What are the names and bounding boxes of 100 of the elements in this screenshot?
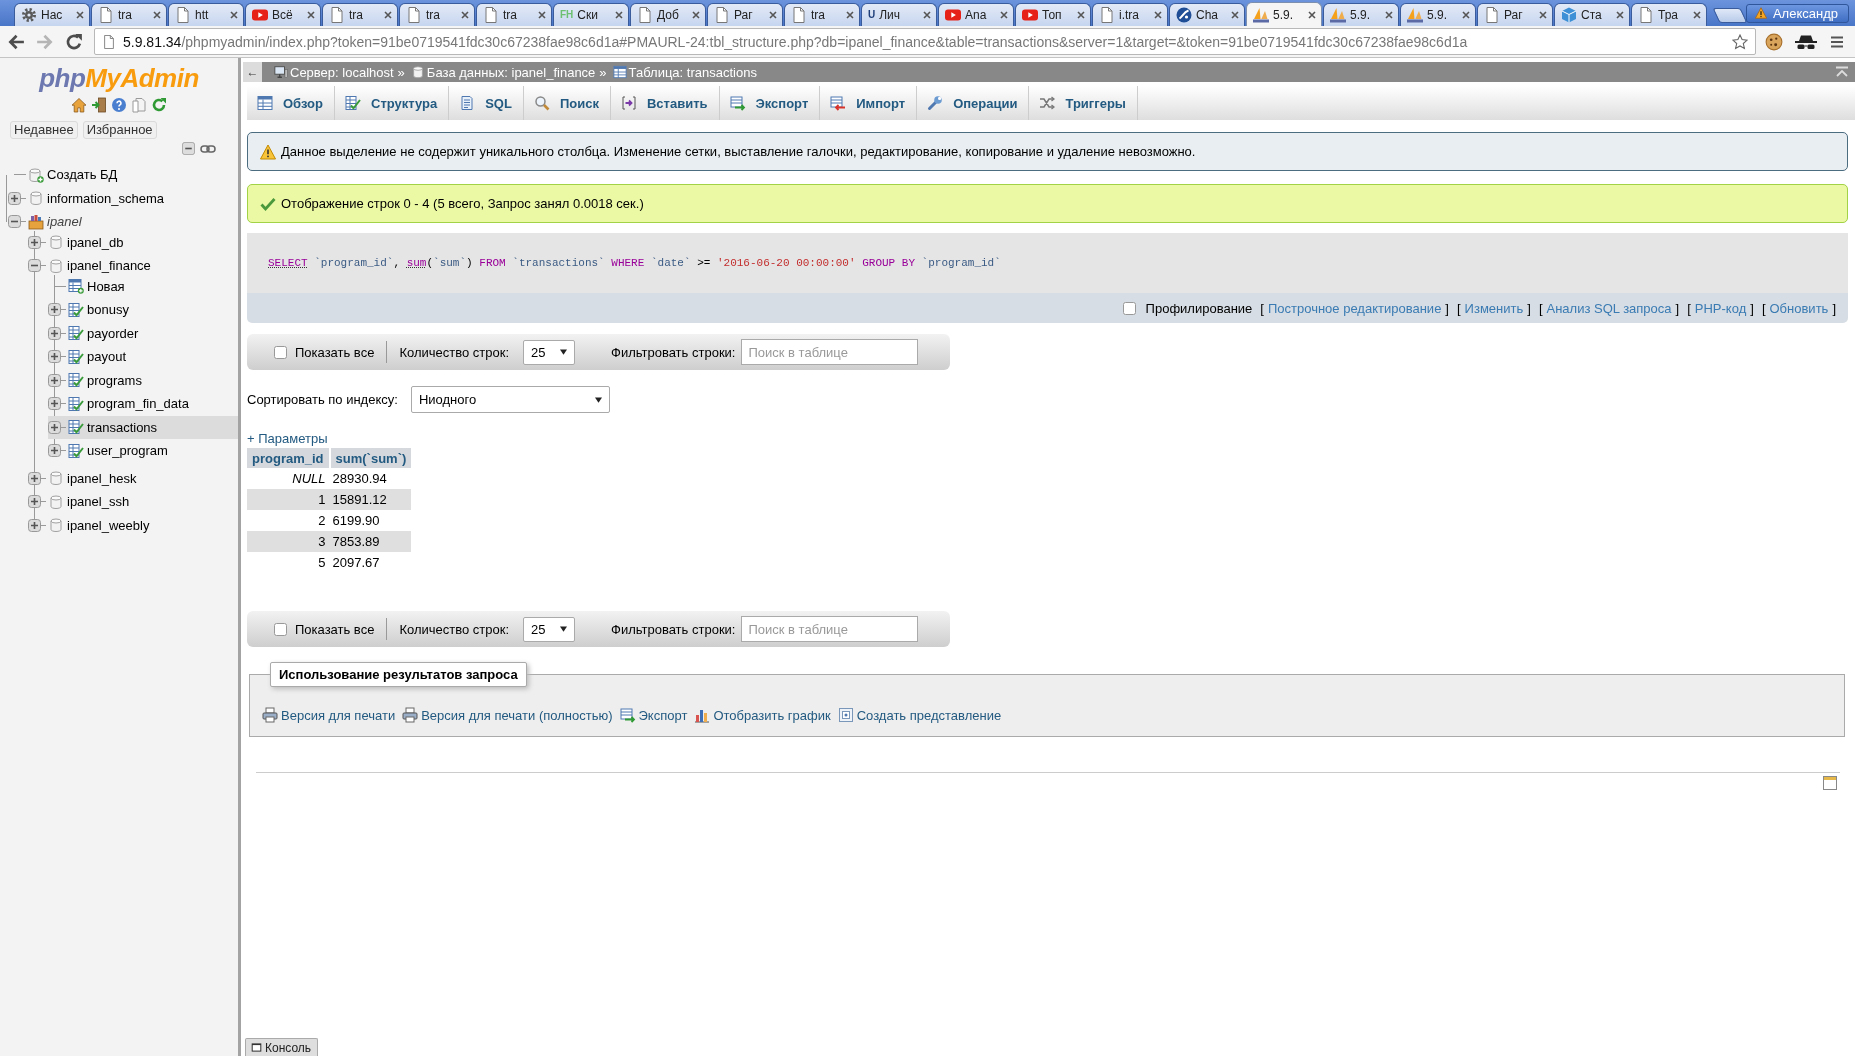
new-tab-button[interactable] bbox=[1712, 8, 1748, 23]
menu-tab[interactable]: Вставить bbox=[610, 86, 720, 120]
close-icon[interactable] bbox=[153, 11, 161, 19]
browser-tab[interactable]: Ста bbox=[1554, 3, 1630, 26]
expand-icon[interactable] bbox=[8, 191, 21, 205]
browser-tab[interactable]: Тра bbox=[1631, 3, 1707, 26]
close-icon[interactable] bbox=[384, 11, 392, 19]
expand-icon[interactable] bbox=[28, 235, 41, 249]
close-icon[interactable] bbox=[769, 11, 777, 19]
close-icon[interactable] bbox=[1385, 11, 1393, 19]
checkbox[interactable] bbox=[1122, 301, 1136, 315]
door-icon[interactable] bbox=[91, 97, 107, 113]
expand-icon[interactable] bbox=[48, 373, 61, 387]
breadcrumb-link[interactable]: Таблица: transactions bbox=[628, 64, 757, 80]
close-icon[interactable] bbox=[1308, 10, 1316, 19]
checkbox[interactable] bbox=[274, 345, 287, 359]
panel-icon[interactable] bbox=[1822, 775, 1838, 791]
breadcrumb-link[interactable]: Сервер: localhost bbox=[290, 64, 394, 80]
app-logo[interactable]: phpMyAdmin bbox=[39, 63, 199, 93]
close-icon[interactable] bbox=[1231, 11, 1239, 19]
close-icon[interactable] bbox=[1000, 11, 1008, 19]
cookie-icon[interactable] bbox=[1765, 32, 1783, 51]
help-icon[interactable] bbox=[111, 97, 127, 113]
expand-icon[interactable] bbox=[28, 495, 41, 509]
browser-tab[interactable]: tra bbox=[399, 3, 475, 26]
menu-tab[interactable]: Импорт bbox=[820, 86, 918, 120]
close-icon[interactable] bbox=[1462, 11, 1470, 19]
rows-select[interactable]: 25 bbox=[523, 616, 575, 642]
close-icon[interactable] bbox=[1693, 11, 1701, 19]
close-icon[interactable] bbox=[923, 11, 931, 19]
expand-icon[interactable] bbox=[48, 397, 61, 411]
browser-tab[interactable]: FH Ски bbox=[553, 3, 629, 26]
close-icon[interactable] bbox=[307, 11, 315, 19]
link-icon[interactable] bbox=[200, 144, 216, 153]
browser-tab[interactable]: tra bbox=[784, 3, 860, 26]
star-icon[interactable] bbox=[1732, 33, 1748, 50]
menu-tab[interactable]: Операции bbox=[917, 86, 1030, 120]
breadcrumb-link[interactable]: База данных: ipanel_finance bbox=[426, 64, 596, 80]
close-icon[interactable] bbox=[1616, 11, 1624, 19]
sidebar-button[interactable]: Недавнее bbox=[10, 121, 78, 139]
tree-item[interactable]: transactions bbox=[48, 415, 238, 439]
expand-icon[interactable] bbox=[28, 471, 41, 485]
browser-tab[interactable]: Ana bbox=[938, 3, 1014, 26]
close-icon[interactable] bbox=[692, 11, 700, 19]
back-icon[interactable] bbox=[7, 32, 25, 51]
sidebar-button[interactable]: Избранное bbox=[82, 121, 157, 139]
menu-tab[interactable]: Триггеры bbox=[1029, 86, 1138, 120]
result-action-link[interactable]: Версия для печати bbox=[262, 707, 396, 723]
close-icon[interactable] bbox=[1539, 11, 1547, 19]
sort-select[interactable]: Ниодного bbox=[410, 386, 610, 413]
column-header[interactable]: program_id bbox=[247, 448, 330, 468]
browser-tab[interactable]: 5.9. bbox=[1323, 3, 1399, 26]
address-bar[interactable]: 5.9.81.34/phpmyadmin/index.php?token=91be0719541fdc30c67238fae98c6d1a#PMAURL-24:tbl_structure.php?db=ipanel_finance&table=transactions&server=1&target=&token=91be0719541fdc30c67238fae98c6d1a bbox=[94, 28, 1756, 55]
documents-icon[interactable] bbox=[131, 97, 147, 113]
menu-icon[interactable] bbox=[1829, 33, 1845, 50]
browser-tab[interactable]: Cha bbox=[1169, 3, 1245, 26]
expand-icon[interactable] bbox=[28, 518, 41, 532]
menu-tab[interactable]: SQL bbox=[449, 86, 524, 120]
result-action-link[interactable]: Отобразить график bbox=[694, 707, 831, 723]
menu-tab[interactable]: Обзор bbox=[247, 86, 335, 120]
browser-tab[interactable]: Топ bbox=[1015, 3, 1091, 26]
menu-tab[interactable]: Поиск bbox=[523, 86, 611, 120]
result-action-link[interactable]: Версия для печати (полностью) bbox=[402, 707, 613, 723]
close-icon[interactable] bbox=[76, 11, 84, 19]
back-button[interactable]: ← bbox=[243, 62, 262, 82]
options-link[interactable]: + Параметры bbox=[247, 431, 328, 447]
expand-icon[interactable] bbox=[48, 350, 61, 364]
rows-select[interactable]: 25 bbox=[523, 339, 575, 365]
browser-tab[interactable]: Доб bbox=[630, 3, 706, 26]
browser-tab[interactable]: htt bbox=[168, 3, 244, 26]
expand-icon[interactable] bbox=[48, 444, 61, 458]
result-action-link[interactable]: Создать представление bbox=[837, 707, 1002, 723]
browser-tab[interactable]: Раг bbox=[707, 3, 783, 26]
reload-icon[interactable] bbox=[65, 32, 83, 51]
console-button[interactable]: Консоль bbox=[245, 1038, 319, 1056]
checkbox[interactable] bbox=[274, 622, 287, 636]
filter-input[interactable]: Поиск в таблице bbox=[741, 616, 919, 642]
browser-tab[interactable]: 5.9. bbox=[1246, 2, 1322, 26]
browser-tab[interactable]: tra bbox=[91, 3, 167, 26]
expand-icon[interactable] bbox=[48, 420, 61, 434]
hat-glasses-icon[interactable] bbox=[1795, 33, 1817, 50]
browser-tab[interactable]: tra bbox=[322, 3, 398, 26]
reload-icon[interactable] bbox=[151, 97, 167, 113]
profile-button[interactable]: Александр bbox=[1745, 3, 1849, 23]
close-icon[interactable] bbox=[461, 11, 469, 19]
browser-tab[interactable]: U Лич bbox=[861, 3, 937, 26]
filter-input[interactable]: Поиск в таблице bbox=[741, 339, 919, 365]
collapse-icon[interactable] bbox=[8, 215, 21, 229]
close-icon[interactable] bbox=[538, 11, 546, 19]
menu-tab[interactable]: Экспорт bbox=[719, 86, 821, 120]
browser-tab[interactable]: Раг bbox=[1477, 3, 1553, 26]
close-icon[interactable] bbox=[615, 11, 623, 19]
close-icon[interactable] bbox=[230, 11, 238, 19]
result-action-link[interactable]: Экспорт bbox=[619, 707, 688, 723]
expand-icon[interactable] bbox=[48, 303, 61, 317]
collapse-all-icon[interactable] bbox=[182, 142, 195, 155]
menu-tab[interactable]: Структура bbox=[335, 86, 450, 120]
close-icon[interactable] bbox=[1077, 11, 1085, 19]
column-header[interactable]: sum(`sum`) bbox=[329, 448, 412, 468]
browser-tab[interactable]: Нас bbox=[14, 3, 90, 26]
